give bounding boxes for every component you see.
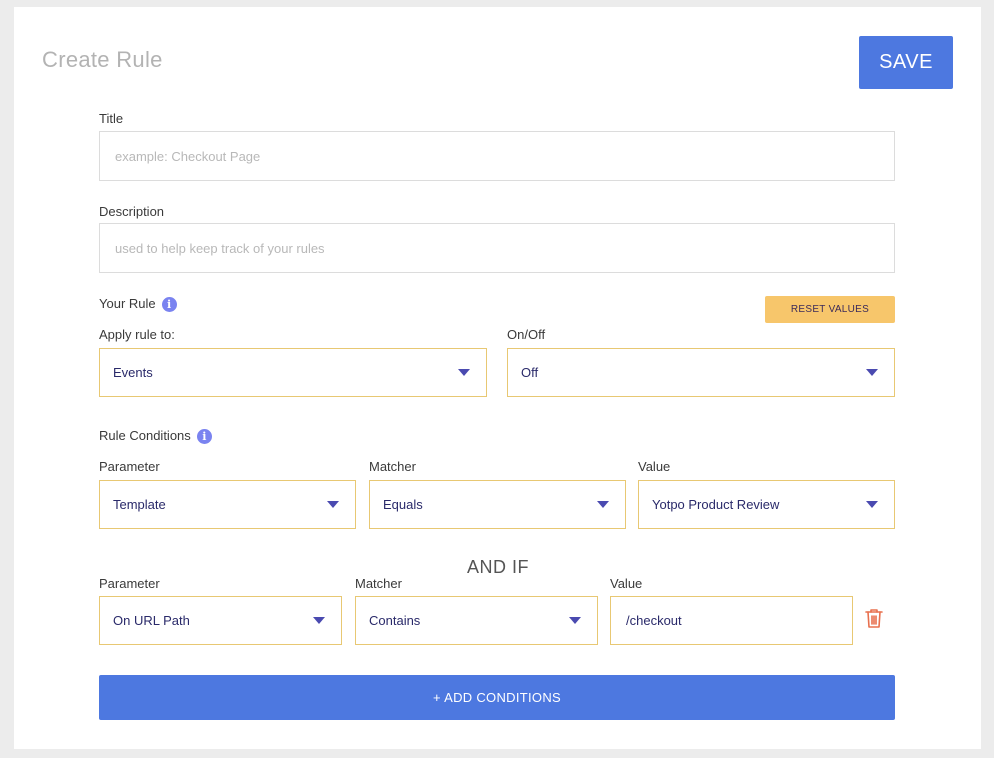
value-label: Value — [610, 576, 643, 591]
apply-rule-value: Events — [113, 365, 153, 380]
info-icon[interactable]: i — [196, 429, 212, 445]
onoff-label: On/Off — [507, 327, 546, 342]
value-input[interactable] — [610, 596, 853, 645]
value-value: Yotpo Product Review — [652, 497, 780, 512]
rule-conditions-label: Rule Conditions — [99, 428, 191, 443]
onoff-value: Off — [521, 365, 539, 380]
matcher-label: Matcher — [355, 576, 402, 591]
description-label: Description — [99, 204, 165, 219]
parameter-select[interactable]: On URL Path — [99, 596, 342, 645]
info-icon[interactable]: i — [161, 297, 177, 313]
chevron-down-icon — [327, 501, 339, 508]
your-rule-heading: Your Rule i — [99, 296, 177, 313]
matcher-label: Matcher — [369, 459, 416, 474]
title-label: Title — [99, 111, 124, 126]
chevron-down-icon — [569, 617, 581, 624]
and-if-label: AND IF — [467, 557, 530, 577]
chevron-down-icon — [597, 501, 609, 508]
parameter-value: Template — [113, 497, 166, 512]
page-title: Create Rule — [42, 47, 163, 72]
matcher-select[interactable]: Equals — [369, 480, 626, 529]
value-label: Value — [638, 459, 671, 474]
matcher-select[interactable]: Contains — [355, 596, 598, 645]
save-button[interactable]: SAVE — [859, 36, 953, 89]
trash-icon[interactable] — [865, 608, 883, 633]
parameter-value: On URL Path — [113, 613, 190, 628]
parameter-select[interactable]: Template — [99, 480, 356, 529]
matcher-value: Contains — [369, 613, 421, 628]
parameter-label: Parameter — [99, 459, 160, 474]
create-rule-card: Create Rule SAVE Title Description Your … — [14, 7, 981, 749]
chevron-down-icon — [866, 501, 878, 508]
matcher-value: Equals — [383, 497, 423, 512]
add-conditions-button[interactable]: + ADD CONDITIONS — [99, 675, 895, 720]
apply-rule-label: Apply rule to: — [99, 327, 175, 342]
rule-conditions-heading: Rule Conditions i — [99, 428, 212, 445]
title-input[interactable] — [99, 131, 895, 181]
chevron-down-icon — [866, 369, 878, 376]
onoff-select[interactable]: Off — [507, 348, 895, 397]
chevron-down-icon — [458, 369, 470, 376]
reset-values-button[interactable]: RESET VALUES — [765, 296, 895, 323]
description-input[interactable] — [99, 223, 895, 273]
parameter-label: Parameter — [99, 576, 160, 591]
value-select[interactable]: Yotpo Product Review — [638, 480, 895, 529]
chevron-down-icon — [313, 617, 325, 624]
apply-rule-select[interactable]: Events — [99, 348, 487, 397]
your-rule-label: Your Rule — [99, 296, 156, 311]
